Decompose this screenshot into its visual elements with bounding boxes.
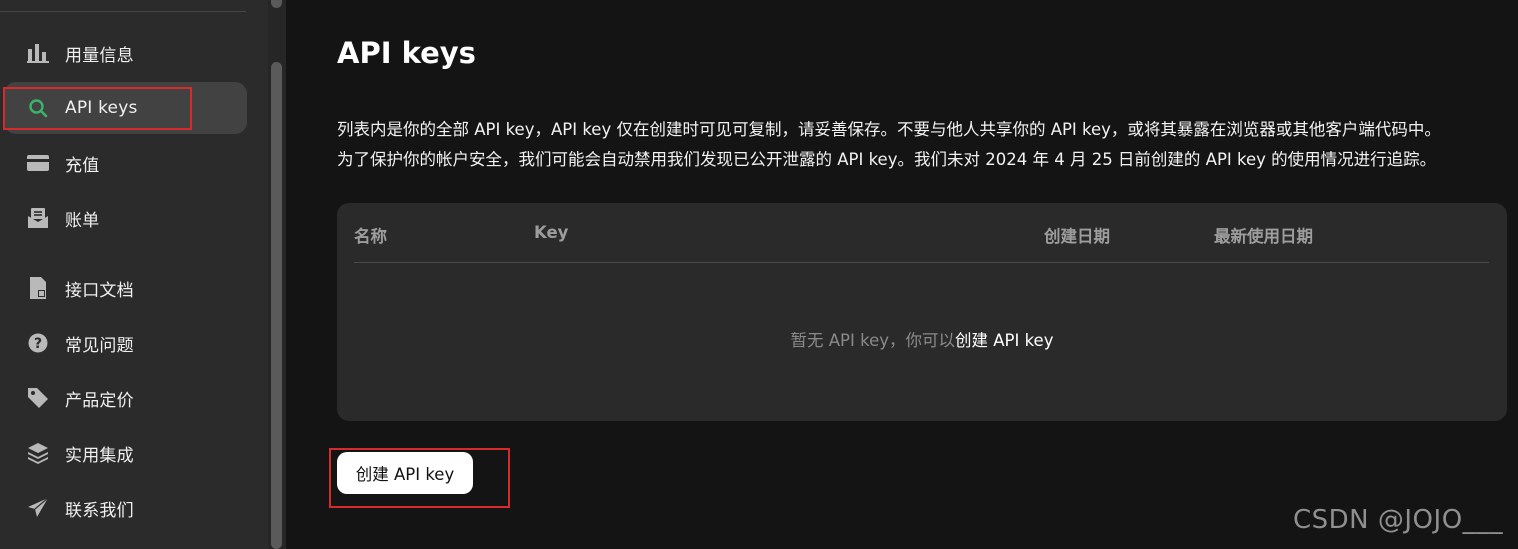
sidebar-item-label: 联系我们: [65, 500, 134, 521]
sidebar-item-label: 实用集成: [65, 445, 134, 466]
sidebar-item-label: 充值: [65, 155, 100, 176]
sidebar-item-pricing[interactable]: 产品定价: [4, 372, 247, 424]
column-header-created: 创建日期: [1044, 227, 1110, 246]
send-icon: [26, 496, 50, 520]
api-keys-table: 名称 Key 创建日期 最新使用日期 暂无 API key，你可以创建 API …: [337, 203, 1507, 421]
sidebar-item-contact[interactable]: 联系我们: [4, 482, 247, 534]
sidebar-divider: [0, 11, 246, 12]
search-icon: [26, 96, 50, 120]
tag-icon: [26, 386, 50, 410]
sidebar-item-label: 接口文档: [65, 280, 134, 301]
sidebar-item-integrations[interactable]: 实用集成: [4, 427, 247, 479]
column-header-name: 名称: [354, 227, 387, 246]
sidebar-item-label: 常见问题: [65, 335, 134, 356]
sidebar: 用量信息 API keys 充值 账单 接口文档 ? 常见问题 产品定价 实用集…: [0, 0, 268, 549]
layers-icon: [26, 441, 50, 465]
page-title: API keys: [337, 36, 476, 70]
column-header-last-used: 最新使用日期: [1214, 227, 1313, 246]
description-line: 为了保护你的帐户安全，我们可能会自动禁用我们发现已公开泄露的 API key。我…: [337, 150, 1437, 169]
app-root: 用量信息 API keys 充值 账单 接口文档 ? 常见问题 产品定价 实用集…: [0, 0, 1518, 549]
question-icon: ?: [26, 331, 50, 355]
bill-icon: [26, 206, 50, 230]
sidebar-item-billing[interactable]: 账单: [4, 192, 247, 244]
sidebar-item-label: 账单: [65, 210, 100, 231]
sidebar-item-label: 产品定价: [65, 390, 134, 411]
create-api-key-link[interactable]: 创建 API key: [955, 331, 1053, 350]
empty-state-text: 暂无 API key，你可以: [790, 331, 955, 350]
wallet-icon: [26, 151, 50, 175]
watermark: CSDN @JOJO___: [1293, 505, 1504, 535]
sidebar-scrollbar-thumb[interactable]: [271, 62, 282, 549]
column-header-key: Key: [534, 223, 569, 242]
description-line: 列表内是你的全部 API key，API key 仅在创建时可见可复制，请妥善保…: [337, 120, 1441, 139]
sidebar-item-usage[interactable]: 用量信息: [4, 27, 247, 79]
sidebar-item-label: 用量信息: [65, 45, 134, 66]
sidebar-item-topup[interactable]: 充值: [4, 137, 247, 189]
page-description: 列表内是你的全部 API key，API key 仅在创建时可见可复制，请妥善保…: [337, 115, 1507, 175]
sidebar-item-label: API keys: [65, 98, 138, 118]
table-empty-state: 暂无 API key，你可以创建 API key: [337, 327, 1507, 351]
table-header: 名称 Key 创建日期 最新使用日期: [354, 203, 1489, 263]
sidebar-item-docs[interactable]: 接口文档: [4, 262, 247, 314]
sidebar-item-faq[interactable]: ? 常见问题: [4, 317, 247, 369]
sidebar-item-api-keys[interactable]: API keys: [4, 82, 247, 134]
svg-text:?: ?: [34, 336, 42, 352]
create-api-key-button[interactable]: 创建 API key: [337, 452, 473, 494]
bar-chart-icon: [26, 41, 50, 65]
document-icon: [26, 276, 50, 300]
